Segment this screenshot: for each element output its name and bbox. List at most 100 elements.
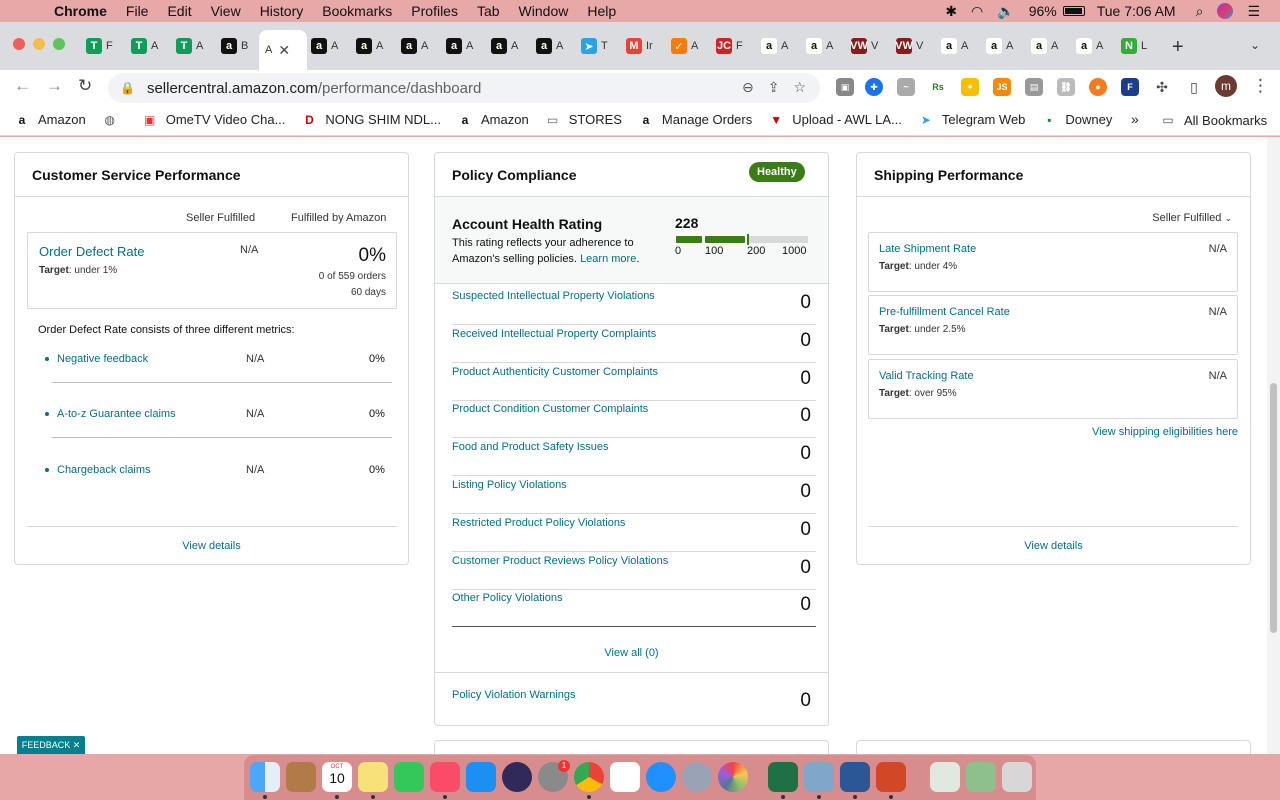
forward-button[interactable]: →	[46, 76, 63, 96]
scrollbar-thumb[interactable]	[1270, 383, 1277, 633]
menu-file[interactable]: File	[126, 3, 149, 19]
customer-service-view-details-link[interactable]: View details	[15, 540, 408, 552]
all-bookmarks[interactable]: ▭ All Bookmarks	[1160, 112, 1267, 128]
browser-tab[interactable]: VW V	[895, 35, 938, 57]
minimize-window-button[interactable]	[33, 38, 45, 50]
shipping-metric-link[interactable]: Pre-fulfillment Cancel Rate	[879, 306, 1010, 318]
siri-dock-icon[interactable]	[502, 762, 532, 792]
view-shipping-eligibilities-link[interactable]: View shipping eligibilities here	[1092, 426, 1238, 438]
view-all-link[interactable]: View all (0)	[435, 647, 828, 659]
apple-icon[interactable]	[20, 3, 34, 19]
extension-js-icon[interactable]: JS	[993, 78, 1011, 96]
shipping-metric-link[interactable]: Late Shipment Rate	[879, 243, 976, 255]
photos-icon[interactable]	[718, 762, 748, 792]
shipping-metric-link[interactable]: Valid Tracking Rate	[879, 370, 974, 382]
volume-icon[interactable]: 🔈	[997, 3, 1014, 20]
extension-f-icon[interactable]: F	[1121, 78, 1139, 96]
profile-avatar[interactable]: m	[1215, 75, 1237, 97]
active-browser-tab[interactable]: A ✕	[259, 30, 307, 70]
close-tab-icon[interactable]: ✕	[278, 42, 290, 59]
learn-more-link[interactable]: Learn more	[580, 253, 636, 265]
calendar-icon[interactable]: OCT 10	[322, 762, 352, 792]
bookmark-item[interactable]: ▣ OmeTV Video Cha...	[142, 112, 285, 128]
extension-off2-icon[interactable]: ▤	[1025, 78, 1043, 96]
bookmark-item[interactable]: ◍	[102, 112, 126, 128]
browser-tab[interactable]: VW V	[850, 35, 893, 57]
policy-row-link[interactable]: Restricted Product Policy Violations	[452, 517, 625, 529]
extension-yellow-icon[interactable]: ✦	[961, 78, 979, 96]
browser-tab[interactable]: aA	[986, 35, 1028, 57]
page-scrollbar[interactable]	[1267, 137, 1280, 754]
image-thumbnail-icon[interactable]	[966, 762, 996, 792]
policy-row-link[interactable]: Food and Product Safety Issues	[452, 441, 609, 453]
app-store-icon[interactable]	[466, 762, 496, 792]
bookmark-item[interactable]: ▼ Upload - AWL LA...	[768, 112, 902, 128]
extensions-puzzle-icon[interactable]: ✣	[1153, 78, 1171, 96]
menu-bookmarks[interactable]: Bookmarks	[322, 3, 392, 19]
menu-view[interactable]: View	[211, 3, 241, 19]
extension-blue-icon[interactable]: ✚	[865, 78, 883, 96]
browser-tab[interactable]: aA	[446, 35, 488, 57]
address-bar[interactable]: 🔒 sellercentral.amazon.com/performance/d…	[108, 73, 820, 103]
policy-row-link[interactable]: Product Authenticity Customer Complaints	[452, 366, 658, 378]
browser-tab[interactable]: aA	[491, 35, 533, 57]
extension-off-icon[interactable]: ▣	[836, 78, 854, 96]
facetime-icon[interactable]	[394, 762, 424, 792]
spotlight-search-icon[interactable]: ⌕	[1196, 3, 1204, 20]
browser-tab[interactable]: aA	[356, 35, 398, 57]
wifi-icon[interactable]: ◠	[971, 3, 983, 20]
music-icon[interactable]	[430, 762, 460, 792]
word-icon[interactable]	[840, 762, 870, 792]
browser-tab[interactable]: aA	[536, 35, 578, 57]
chrome-menu-icon[interactable]: ⋮	[1252, 76, 1269, 96]
policy-row-link[interactable]: Suspected Intellectual Property Violatio…	[452, 290, 655, 302]
archive-icon[interactable]	[286, 762, 316, 792]
extension-grey-icon[interactable]: ~	[897, 78, 915, 96]
launchpad-icon[interactable]	[682, 762, 712, 792]
bookmark-item[interactable]: a Manage Orders	[638, 112, 753, 128]
side-panel-icon[interactable]: ▯	[1185, 78, 1203, 96]
powerpoint-icon[interactable]	[876, 762, 906, 792]
siri-icon[interactable]	[1217, 3, 1234, 19]
metric-a-to-z-claims[interactable]: A-to-z Guarantee claims	[57, 408, 176, 420]
shipping-fulfillment-dropdown[interactable]: Seller Fulfilled ⌄	[1152, 212, 1232, 224]
browser-tab[interactable]: aB	[221, 35, 263, 57]
metric-chargeback-claims[interactable]: Chargeback claims	[57, 464, 151, 476]
feedback-button[interactable]: FEEDBACK ✕	[17, 736, 85, 754]
share-icon[interactable]: ⇪	[768, 79, 780, 96]
browser-tab[interactable]: JC F	[716, 35, 758, 57]
order-defect-rate-link[interactable]: Order Defect Rate	[39, 244, 145, 259]
battery-icon[interactable]	[1062, 6, 1085, 16]
document-thumbnail-icon[interactable]	[930, 762, 960, 792]
browser-tab[interactable]: aA	[1031, 35, 1073, 57]
menu-chrome[interactable]: Chrome	[54, 3, 107, 19]
zoom-icon[interactable]: ⊖	[742, 79, 754, 96]
preview-icon[interactable]	[804, 762, 834, 792]
extension-link-icon[interactable]: ⛓	[1057, 78, 1075, 96]
browser-tab[interactable]: aA	[806, 35, 848, 57]
policy-violation-warnings-link[interactable]: Policy Violation Warnings	[452, 689, 576, 701]
policy-row-link[interactable]: Other Policy Violations	[452, 592, 562, 604]
policy-row-link[interactable]: Listing Policy Violations	[452, 479, 567, 491]
browser-tab[interactable]: M Ir	[626, 35, 668, 57]
bookmark-item[interactable]: ➤ Telegram Web	[918, 112, 1026, 128]
menu-window[interactable]: Window	[519, 3, 569, 19]
browser-tab[interactable]: ✓ A	[671, 35, 713, 57]
menu-help[interactable]: Help	[587, 3, 616, 19]
policy-row-link[interactable]: Received Intellectual Property Complaint…	[452, 328, 656, 340]
clock[interactable]: Tue 7:06 AM	[1097, 3, 1176, 19]
menu-history[interactable]: History	[260, 3, 304, 19]
lock-icon[interactable]: 🔒	[120, 81, 135, 95]
finder-icon[interactable]	[250, 762, 280, 792]
bookmark-item[interactable]: D NONG SHIM NDL...	[301, 112, 441, 128]
shipping-view-details-link[interactable]: View details	[857, 540, 1250, 552]
reload-button[interactable]: ↻	[78, 76, 92, 96]
browser-tab[interactable]: TF	[86, 35, 128, 57]
bookmark-item[interactable]: a Amazon	[457, 112, 529, 128]
notes-icon[interactable]	[358, 762, 388, 792]
tab-search-chevron-icon[interactable]: ⌄	[1250, 38, 1260, 52]
metric-negative-feedback[interactable]: Negative feedback	[57, 353, 148, 365]
menu-tab[interactable]: Tab	[477, 3, 500, 19]
browser-tab[interactable]: ➤ T	[581, 35, 623, 57]
browser-tab[interactable]: TA	[176, 35, 218, 57]
